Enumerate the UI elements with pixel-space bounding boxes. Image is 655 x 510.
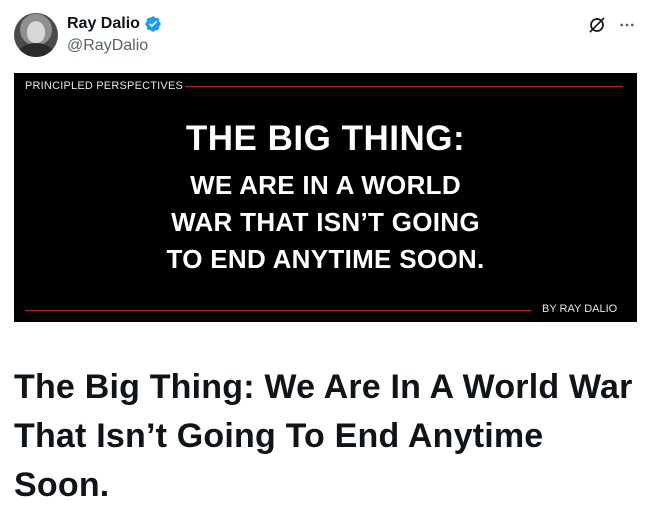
author-handle[interactable]: @RayDalio (67, 36, 148, 56)
cover-headline-line-2: WE ARE IN A WORLD (190, 170, 461, 200)
avatar-face (27, 21, 45, 43)
avatar-shoulders (18, 43, 54, 57)
cover-headline-line-4: TO END ANYTIME SOON. (166, 244, 485, 274)
cover-headline-line-3: WAR THAT ISN’T GOING (171, 207, 480, 237)
grok-icon[interactable] (586, 14, 608, 36)
article-title[interactable]: The Big Thing: We Are In A World War Tha… (14, 363, 639, 510)
author-display-name[interactable]: Ray Dalio (67, 14, 140, 34)
author-name-row: Ray Dalio (67, 14, 162, 34)
more-icon[interactable] (616, 14, 638, 36)
avatar[interactable] (14, 13, 58, 57)
top-rule (185, 86, 623, 87)
series-label: PRINCIPLED PERSPECTIVES (25, 80, 184, 92)
cover-byline: BY RAY DALIO (542, 303, 618, 315)
cover-headline-line-1: THE BIG THING: (185, 119, 466, 158)
cover-headline-sub: WE ARE IN A WORLD WAR THAT ISN’T GOING T… (14, 167, 637, 278)
verified-badge-icon[interactable] (144, 15, 162, 33)
article-cover-image[interactable]: PRINCIPLED PERSPECTIVES THE BIG THING: W… (14, 73, 637, 322)
bottom-rule (25, 310, 531, 311)
tweet-card: Ray Dalio @RayDalio PRINCIPLED PERSPECTI… (0, 0, 655, 510)
